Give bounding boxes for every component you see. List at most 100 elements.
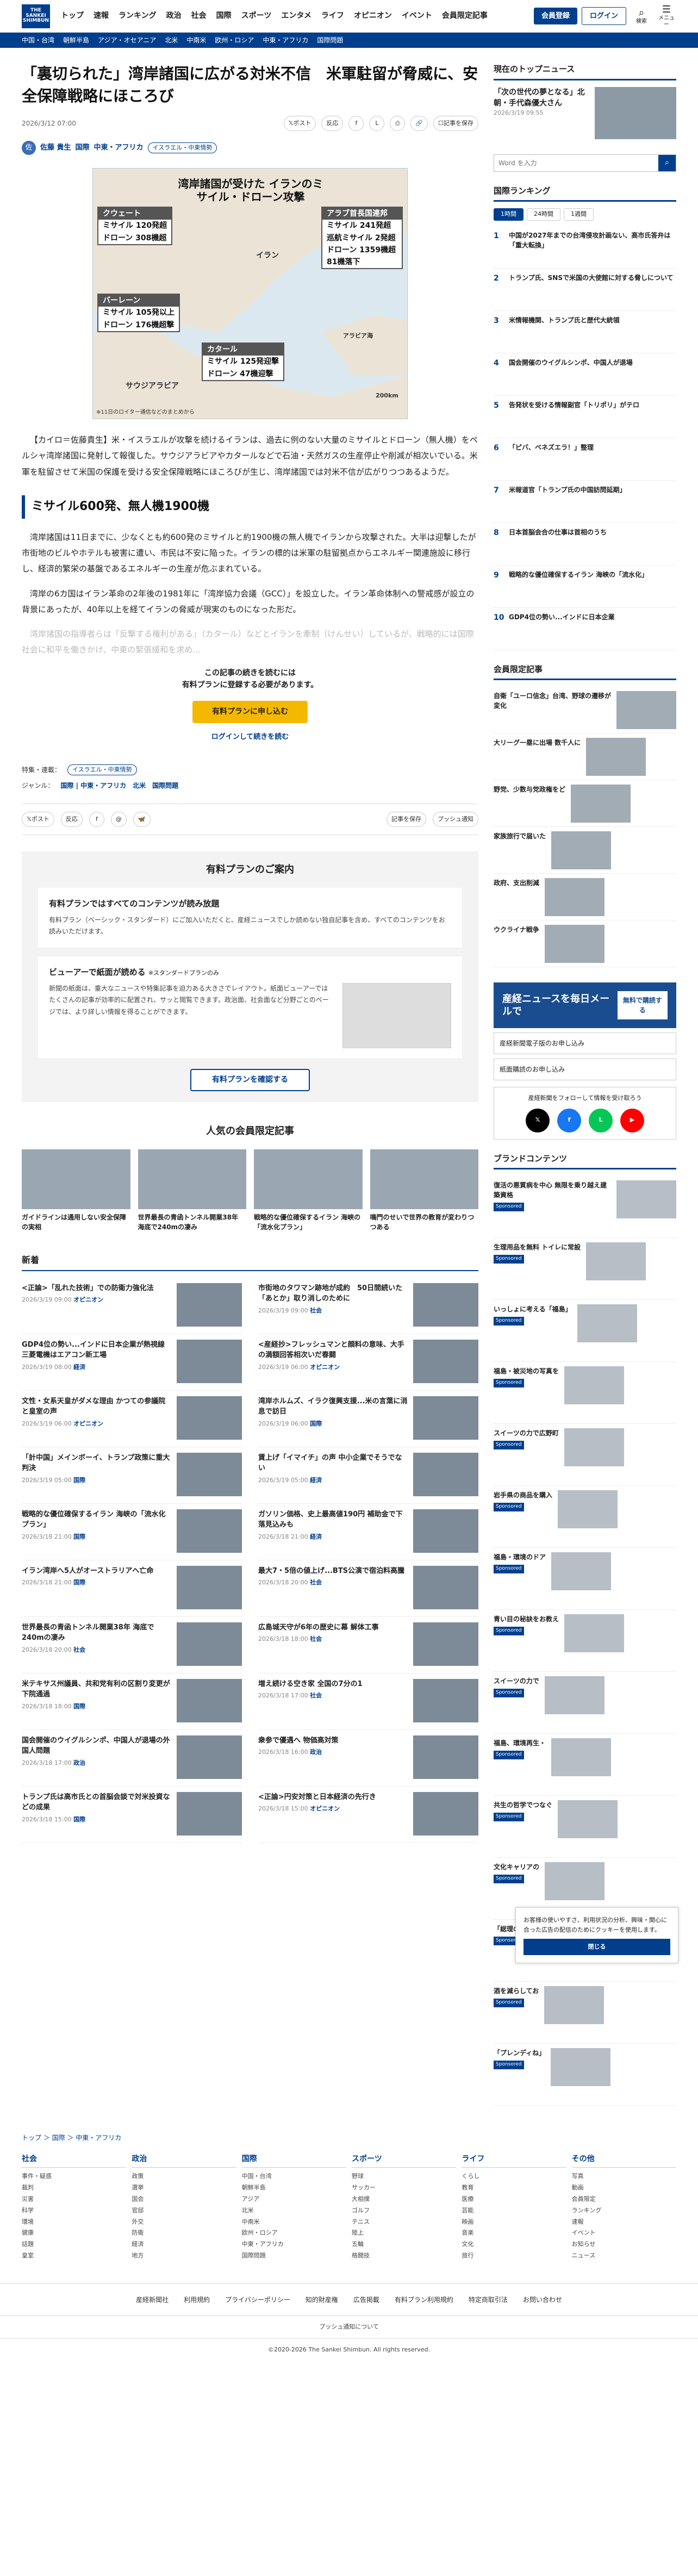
news-tag[interactable]: オピニオン	[310, 1805, 340, 1812]
popular-card[interactable]: 世界最長の青函トンネル開業38年 海底で240mの凄み	[138, 1149, 246, 1232]
news-item[interactable]: <正論>円安対策と日本経済の先行き 2026/3/18 15:00 オピニオン	[258, 1787, 478, 1843]
member-item[interactable]: 家族旅行で届いた	[494, 827, 676, 874]
footer-link[interactable]: ランキング	[572, 2205, 676, 2217]
footer-link[interactable]: 会員限定	[572, 2194, 676, 2205]
brand-item[interactable]: 福島・被災地の写真を Sponsored	[494, 1362, 676, 1424]
footer-heading[interactable]: その他	[571, 2154, 676, 2168]
top-news-item[interactable]: 「次の世代の夢となる」北朝・手代森優大さん 2026/3/19 09:55	[494, 86, 676, 139]
news-tag[interactable]: 経済	[310, 1533, 322, 1540]
brand-item[interactable]: 青い目の秘訣をお教え Sponsored	[494, 1610, 676, 1672]
footer-bar-link[interactable]: お問い合わせ	[523, 2295, 562, 2305]
nav-item[interactable]: 政治	[166, 10, 182, 22]
footer-heading[interactable]: ライフ	[462, 2154, 566, 2168]
nav-item[interactable]: 速報	[94, 10, 109, 22]
ranking-item[interactable]: 1 中国が2027年までの台湾侵攻計画ない、高市氏答弁は「重大転換」	[494, 226, 676, 269]
footer-bar-link[interactable]: 有料プラン利用規約	[395, 2295, 453, 2305]
news-tag[interactable]: 国際	[310, 1420, 322, 1427]
subscribe-paper-link[interactable]: 紙面購読のお申し込み	[494, 1059, 676, 1080]
footer-bar-link[interactable]: 知的財産権	[306, 2295, 338, 2305]
nav-item[interactable]: ランキング	[119, 10, 157, 22]
login-continue-link[interactable]: ログインして続きを読む	[22, 732, 478, 743]
news-item[interactable]: イラン湾岸へ5人がオーストラリアへ亡命 2026/3/18 21:00 国際	[22, 1560, 242, 1617]
push-info[interactable]: プッシュ通知について	[0, 2316, 698, 2338]
footer-link[interactable]: サッカー	[352, 2182, 456, 2194]
member-item[interactable]: 大リーグ一塁に出場 数千人に	[494, 733, 676, 780]
news-tag[interactable]: 社会	[310, 1635, 322, 1642]
footer-link[interactable]: 野球	[352, 2171, 456, 2182]
news-tag[interactable]: 国際	[73, 1533, 85, 1540]
brand-item[interactable]: 共生の哲学でつなぐ Sponsored	[494, 1796, 676, 1858]
ranking-tab[interactable]: 1週間	[564, 208, 594, 221]
footer-bar-link[interactable]: 産経新聞社	[136, 2295, 169, 2305]
brand-item[interactable]: 酒を減らしてお Sponsored	[494, 1982, 676, 2044]
footer-link[interactable]: 災害	[22, 2194, 126, 2205]
line-icon[interactable]: L	[369, 116, 385, 132]
subnav-item[interactable]: 中東・アフリカ	[263, 35, 308, 45]
ranking-item[interactable]: 4 国会開催のウイグルシンポ、中国人が退場	[494, 353, 676, 396]
nav-item[interactable]: オピニオン	[354, 10, 392, 22]
footer-link[interactable]: 大相撲	[352, 2194, 456, 2205]
subnav-item[interactable]: 中南米	[186, 35, 206, 45]
save-article-button[interactable]: 記事を保存	[387, 812, 426, 827]
footer-link[interactable]: 国会	[132, 2194, 236, 2205]
brand-item[interactable]: 生理用品を無料 トイレに常設 Sponsored	[494, 1238, 676, 1300]
news-tag[interactable]: 国際	[73, 1477, 85, 1484]
footer-link[interactable]: ニュース	[572, 2250, 676, 2262]
news-tag[interactable]: 国際	[73, 1703, 85, 1710]
footer-link[interactable]: 防衛	[132, 2227, 236, 2239]
subcategory-link[interactable]: 中東・アフリカ	[94, 142, 144, 153]
footer-bar-link[interactable]: プライバシーポリシー	[225, 2295, 290, 2305]
footer-link[interactable]: 地方	[132, 2250, 236, 2262]
brand-item[interactable]: 「プレンディね」 Sponsored	[494, 2044, 676, 2106]
ranking-item[interactable]: 5 告発状を受ける情報副官「トリポリ」がテロ	[494, 396, 676, 438]
category-link[interactable]: 国際	[76, 142, 90, 153]
footer-link[interactable]: 国際問題	[242, 2250, 346, 2262]
nav-item[interactable]: スポーツ	[241, 10, 272, 22]
footer-heading[interactable]: スポーツ	[351, 2154, 457, 2168]
bluesky-icon[interactable]: 🦋	[133, 812, 151, 827]
news-item[interactable]: 最大7・5倍の値上げ...BTS公演で宿泊料高騰 2026/3/18 20:00 …	[258, 1560, 478, 1617]
footer-heading[interactable]: 国際	[241, 2154, 346, 2168]
footer-link[interactable]: 医療	[462, 2194, 566, 2205]
news-item[interactable]: ガソリン価格、史上最高値190円 補助金で下落見込みも 2026/3/18 21:…	[258, 1504, 478, 1560]
footer-link[interactable]: 話題	[22, 2239, 126, 2250]
popular-card[interactable]: 鳴門のせいで世界の教育が変わりつつある	[370, 1149, 478, 1232]
footer-bar-link[interactable]: 広告掲載	[353, 2295, 379, 2305]
member-item[interactable]: 政府、支出削減	[494, 874, 676, 920]
cookie-close-button[interactable]: 閉じる	[524, 1939, 670, 1955]
news-tag[interactable]: 社会	[73, 1646, 85, 1653]
topic-tag[interactable]: イスラエル・中東情勢	[147, 142, 217, 154]
footer-link[interactable]: 速報	[572, 2217, 676, 2228]
footer-link[interactable]: 外交	[132, 2217, 236, 2228]
ranking-item[interactable]: 9 戦略的な優位確保するイラン 海峡の「流水化」	[494, 565, 676, 608]
footer-link[interactable]: ゴルフ	[352, 2205, 456, 2217]
push-notification-button[interactable]: プッシュ通知	[433, 812, 478, 827]
register-button[interactable]: 会員登録	[533, 7, 577, 25]
news-item[interactable]: 広島城天守が6年の歴史に幕 解体工事 2026/3/18 18:00 社会	[258, 1617, 478, 1673]
footer-link[interactable]: くらし	[462, 2171, 566, 2182]
popular-card[interactable]: ガイドラインは通用しない安全保障の実相	[22, 1149, 130, 1232]
footer-bar-link[interactable]: 利用規約	[184, 2295, 210, 2305]
search-button[interactable]: ⌕ 検索	[632, 7, 651, 26]
ranking-item[interactable]: 3 米情報機関、トランプ氏と歴代大統領	[494, 311, 676, 353]
brand-item[interactable]: 復活の悪質病を中心 無限を乗り越え建築資格 Sponsored	[494, 1176, 676, 1238]
footer-heading[interactable]: 社会	[22, 2154, 127, 2168]
line-icon[interactable]: L	[589, 1108, 613, 1133]
brand-item[interactable]: 福島、環境再生・ Sponsored	[494, 1734, 676, 1796]
news-tag[interactable]: 社会	[310, 1307, 322, 1314]
check-plan-button[interactable]: 有料プランを確認する	[190, 1068, 310, 1091]
youtube-icon[interactable]: ▶	[620, 1108, 644, 1133]
popular-card[interactable]: 戦略的な優位確保するイラン 海峡の「流水化プラン」	[254, 1149, 363, 1232]
subnav-item[interactable]: 朝鮮半島	[63, 35, 89, 45]
news-item[interactable]: 米テキサス州議員、共和党有利の区割り変更が下院通過 2026/3/18 18:00…	[22, 1673, 242, 1730]
subnav-item[interactable]: 北米	[165, 35, 178, 45]
footer-link[interactable]: テニス	[352, 2217, 456, 2228]
ranking-tab[interactable]: 1時間	[494, 208, 524, 221]
news-item[interactable]: 「計中国」メインボーイ、トランプ政策に重大判決 2026/3/19 05:00 国…	[22, 1447, 242, 1504]
subscribe-button[interactable]: 有料プランに申し込む	[192, 701, 308, 724]
login-button[interactable]: ログイン	[581, 7, 626, 26]
nav-item[interactable]: エンタメ	[281, 10, 311, 22]
news-tag[interactable]: 政治	[310, 1749, 322, 1756]
print-icon[interactable]: ⎙	[390, 116, 406, 132]
nav-item[interactable]: 社会	[191, 10, 207, 22]
